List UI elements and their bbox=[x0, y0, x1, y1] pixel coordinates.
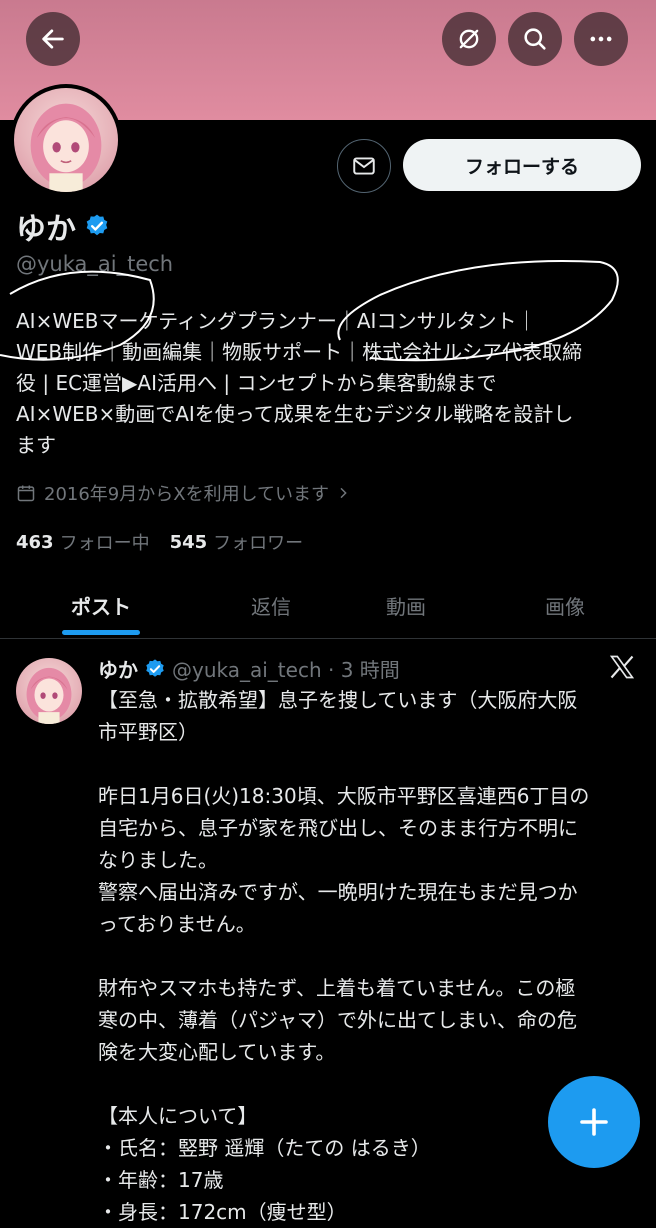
profile-avatar[interactable] bbox=[10, 84, 122, 196]
bio-line: ます bbox=[16, 433, 56, 457]
search-button[interactable] bbox=[508, 12, 562, 66]
bio-line: AI×WEBマーケティングプランナー｜AIコンサルタント｜ bbox=[16, 309, 537, 333]
arrow-left-icon bbox=[42, 29, 64, 49]
post-line: なりました。 bbox=[98, 848, 218, 872]
post-avatar[interactable] bbox=[16, 658, 82, 724]
profile-joined: 2016年9月からXを利用しています bbox=[16, 480, 351, 506]
post-line: ・身長：172cm（痩せ型） bbox=[98, 1200, 347, 1224]
plus-icon bbox=[580, 1108, 608, 1136]
grok-icon bbox=[459, 29, 479, 49]
following-label[interactable]: フォロー中 bbox=[60, 529, 150, 555]
post-header: ゆか @yuka_ai_tech · 3 時間 bbox=[98, 654, 400, 683]
post-line: 財布やスマホも持たず、上着も着ていません。この極 bbox=[98, 976, 576, 1000]
more-horizontal-icon bbox=[590, 36, 612, 42]
verified-badge-icon bbox=[146, 658, 164, 677]
profile-handle: @yuka_ai_tech bbox=[16, 252, 174, 276]
post-line: 昨日1月6日(火)18:30頃、大阪市平野区喜連西6丁目の bbox=[98, 784, 590, 808]
profile-name: ゆか bbox=[16, 212, 76, 247]
mail-icon bbox=[353, 157, 375, 175]
tab-videos[interactable]: 動画 bbox=[345, 572, 467, 638]
search-icon bbox=[524, 28, 546, 50]
followers-count[interactable]: 545 bbox=[170, 532, 208, 553]
grok-button[interactable] bbox=[442, 12, 496, 66]
back-button[interactable] bbox=[26, 12, 80, 66]
post-handle-time: @yuka_ai_tech · 3 時間 bbox=[172, 658, 400, 682]
chevron-right-icon[interactable] bbox=[335, 485, 351, 501]
avatar-illustration bbox=[26, 667, 72, 724]
post-line: っておりません。 bbox=[98, 912, 256, 936]
tab-images[interactable]: 画像 bbox=[504, 572, 626, 638]
calendar-icon bbox=[17, 485, 35, 502]
bio-line: AI×WEB×動画でAIを使って成果を生むデジタル戦略を設計し bbox=[16, 402, 574, 426]
message-button[interactable] bbox=[337, 139, 391, 193]
post-line: 寒の中、薄着（パジャマ）で外に出てしまい、命の危 bbox=[98, 1008, 577, 1032]
post-line: ・年齢：17歳 bbox=[98, 1168, 224, 1192]
post-line: 険を大変心配しています。 bbox=[98, 1040, 336, 1064]
profile-stats: 463 フォロー中 545 フォロワー bbox=[16, 529, 323, 555]
x-logo-icon bbox=[609, 655, 635, 679]
post-line: 自宅から、息子が家を飛び出し、そのまま行方不明に bbox=[98, 816, 578, 840]
verified-badge-icon[interactable] bbox=[84, 213, 110, 239]
post-line: 【至急・拡散希望】息子を捜しています（大阪府大阪 bbox=[98, 688, 578, 712]
follow-button[interactable]: フォローする bbox=[403, 139, 641, 191]
compose-button[interactable] bbox=[548, 1076, 640, 1168]
profile-tabs: ポスト 返信 動画 画像 bbox=[0, 572, 656, 639]
followers-label[interactable]: フォロワー bbox=[213, 529, 303, 555]
post-author-name[interactable]: ゆか bbox=[98, 654, 138, 683]
bio-line: 役 | EC運営▶AI活用へ | コンセプトから集客動線まで bbox=[16, 371, 497, 395]
post-line bbox=[98, 748, 638, 780]
profile-name-row: ゆか bbox=[16, 204, 110, 248]
post-line: 警察へ届出済みですが、一晩明けた現在もまだ見つか bbox=[98, 880, 578, 904]
more-button[interactable] bbox=[574, 12, 628, 66]
tab-posts[interactable]: ポスト bbox=[40, 572, 162, 638]
active-tab-indicator bbox=[62, 630, 140, 635]
post-line bbox=[98, 940, 638, 972]
post-line: 市平野区） bbox=[98, 720, 198, 744]
joined-text: 2016年9月からXを利用しています bbox=[44, 484, 330, 505]
avatar-illustration bbox=[30, 103, 102, 192]
tab-replies[interactable]: 返信 bbox=[210, 572, 332, 638]
profile-bio: AI×WEBマーケティングプランナー｜AIコンサルタント｜ WEB制作｜動画編集… bbox=[16, 306, 644, 461]
bio-line: WEB制作｜動画編集｜物販サポート｜株式会社ルシア代表取締 bbox=[16, 340, 583, 364]
following-count[interactable]: 463 bbox=[16, 532, 54, 553]
